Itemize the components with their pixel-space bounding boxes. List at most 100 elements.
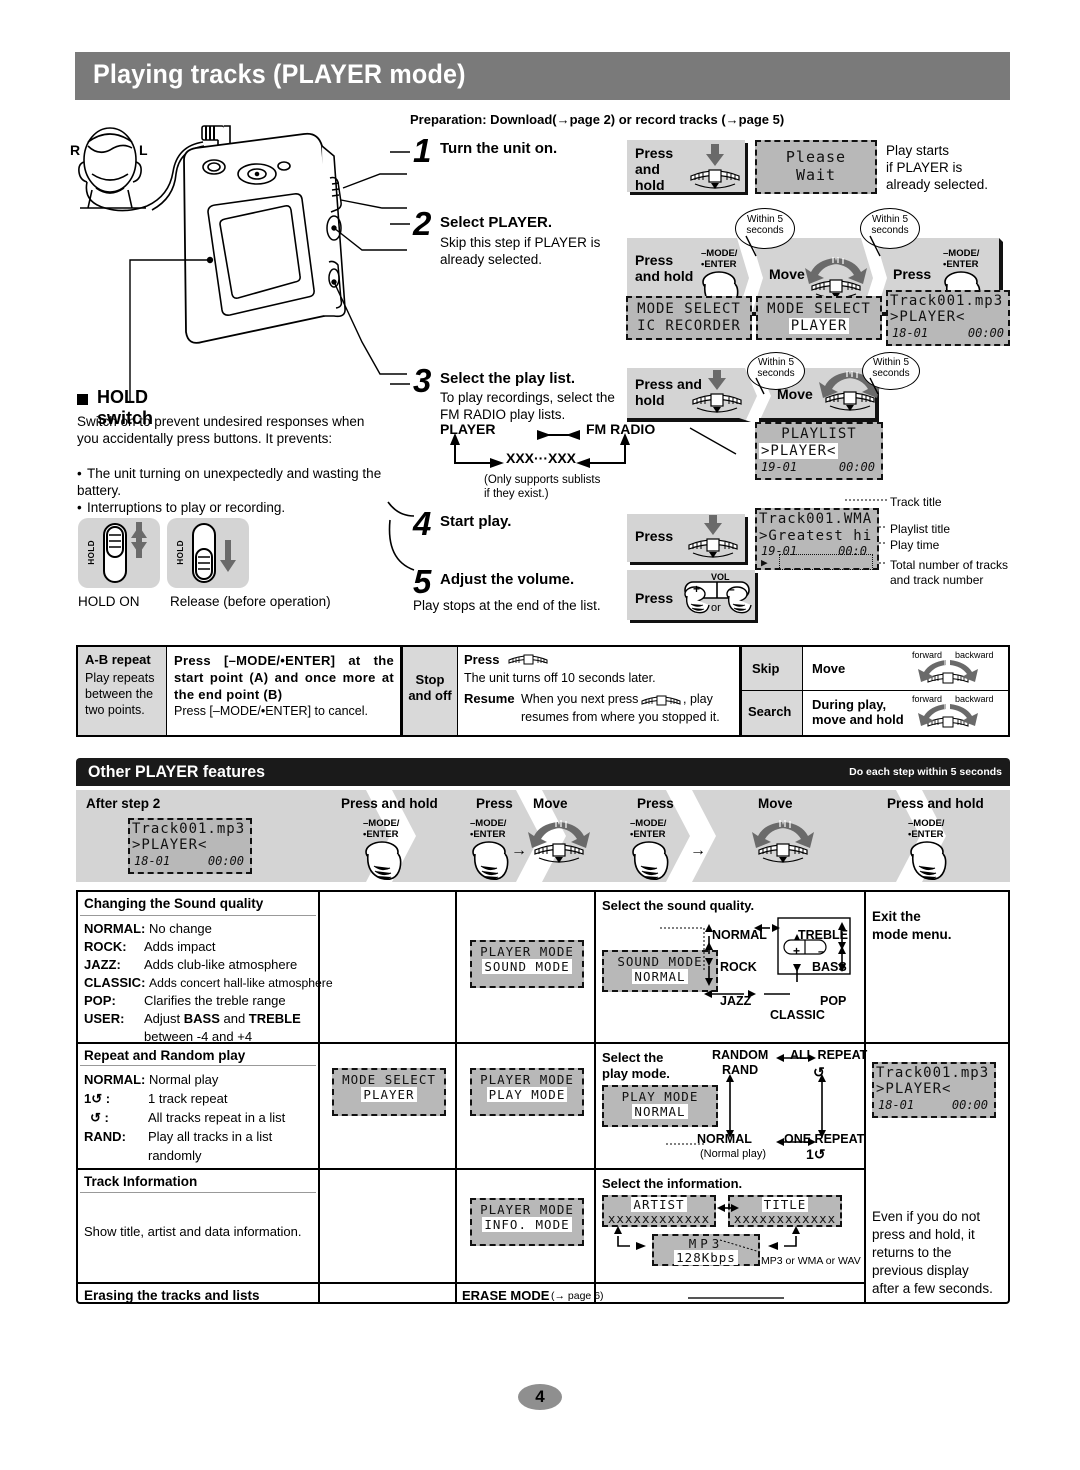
step-1-lcd: Please Wait [755,140,877,194]
step-2-lcd-3-line1: Track001.mp3 [890,293,1004,309]
step-1-op-label: Press and hold [635,145,674,193]
ab-line-1 [166,647,167,735]
search-backward-label: backward [955,694,994,704]
strip-label-3: Press [637,796,674,811]
step-1-lcd-line2: Wait [795,166,837,184]
row-1-item-1-keywrap: 1↺ : [84,1089,148,1108]
row-0-item-6-val: between -4 and +4 [144,1029,253,1044]
row-0-item-1-key: ROCK [84,939,123,954]
row-0-item-4-val: Clarifies the treble range [144,993,286,1008]
strip-btn-3-line1: –MODE/ [630,818,667,829]
row-1-item-3-sep: : [121,1129,126,1144]
row-0-item-2-val: Adds club-like atmosphere [144,957,298,972]
row-0-item-1-sep: : [122,939,127,954]
features-col-line-2 [455,892,457,1302]
step-3-balloon-2-text: Within 5 seconds [872,357,910,379]
strip-btn-3-line2: •ENTER [630,829,666,840]
step-2-op2-label: Move [769,266,805,282]
step-2-lcd-2-line2-text: PLAYER [788,318,850,334]
row-1-map-normal: NORMAL [697,1132,752,1146]
row-0-item-2-keywrap: JAZZ: [84,956,144,974]
step-1-number: 1 [413,132,432,169]
row-0-item-3-val: Adds concert hall-like atmosphere [149,976,333,990]
step-3-number: 3 [413,362,432,399]
row-0-cycle-normal: NORMAL [712,928,767,942]
row-0-col4-title: Select the sound quality. [602,898,755,913]
row-1-item-3: RAND: Play all tracks in a list [84,1127,285,1146]
jog-dial-press-icon-4 [688,515,738,558]
resume-line1b: , play [683,692,713,706]
row-0-treble-plus: + [793,944,801,958]
step-4-callout-0: Track title [890,495,942,509]
step-2-number: 2 [413,205,432,242]
hold-bullet-0-text: The unit turning on unexpectedly and was… [77,466,382,498]
step-2-op3-label: Press [893,266,932,282]
row-3-title: Erasing the tracks and lists [84,1288,260,1303]
strip-arrow-2-icon: → [511,842,527,859]
row-0-item-4-sep: : [111,993,116,1008]
step-2-balloon-2-tail [869,235,881,257]
row-2-col5-text: Even if you do not press and hold, it re… [872,1209,993,1296]
ab-repeat-action-plain: Press [–MODE/•ENTER] to cancel. [174,704,369,718]
row-1-col3-lcd-line2-text: PLAY MODE [486,1087,568,1102]
ab-line-5 [802,647,803,735]
play-indicator-icon: ▶ [761,556,768,569]
row-2-title: Track Information [84,1174,198,1189]
ab-line-2 [400,647,403,735]
step-3-flow-player: PLAYER [440,421,496,437]
search-forward-label: forward [912,694,943,704]
row-2-col3-lcd-line1: PLAYER MODE [480,1202,574,1217]
strip-label-0: After step 2 [86,796,161,811]
row-1-item-3-keywrap: RAND: [84,1127,148,1146]
strip-btn-2-line1: –MODE/ [470,818,507,829]
row-0-cycle-rock: ROCK [720,960,757,974]
step-1-op-box: Press and hold [627,140,745,193]
stop-press-label: Press [464,652,500,667]
step-2-sub: Skip this step if PLAYER is already sele… [440,235,601,267]
row-3-dash-line [688,1297,784,1299]
strip-btn-caption-4: –MODE/ •ENTER [908,818,944,840]
row-0-col5-text: Exit the mode menu. [872,909,952,942]
row-0-item-2-key: JAZZ [84,957,117,972]
strip-btn-2-line2: •ENTER [470,829,506,840]
row-0-item-4-keywrap: POP: [84,992,144,1010]
step-2-lcd-1: MODE SELECT IC RECORDER [626,296,752,340]
strip-btn-1-line1: –MODE/ [363,818,400,829]
row-0-col3-lcd-line2: SOUND MODE [472,959,582,974]
resume-bold: Resume [464,691,515,706]
step-3-balloon-1-tail [755,377,765,395]
page-title-bar: Playing tracks (PLAYER mode) [75,52,1010,100]
row-0-title: Changing the Sound quality [84,896,264,911]
row-1-item-3-key: RAND [84,1129,122,1144]
row-0-cycle-treble: TREBLE [798,928,848,942]
jog-dial-press-icon-3 [692,370,742,413]
hold-caption-off: Release (before operation) [170,594,331,609]
step-2-btn2-line1: –MODE/ [943,248,980,259]
strip-lcd-0-time: 00:00 [207,854,244,868]
step-1-heading: Turn the unit on. [440,140,558,157]
row-1-title: Repeat and Random play [84,1048,246,1063]
headset-left-label: L [139,142,148,158]
row-0-list: NORMAL: No change ROCK: Adds impact JAZZ:… [84,920,333,1046]
row-1-item-2-key: ↺ [90,1110,101,1125]
step-3-balloon-2-tail [869,377,879,395]
features-col-line-3 [594,892,596,1302]
preparation-line: Preparation: Download(→page 2) or record… [410,112,785,127]
device-illustration [62,112,407,402]
row-1-list: NORMAL: Normal play 1↺ :1 track repeat ↺… [84,1070,285,1165]
ab-line-6 [742,690,1008,691]
search-action: During play, move and hold [812,697,904,727]
step-2-btn1-line1: –MODE/ [701,248,738,259]
row-0-col3-lcd: PLAYER MODE SOUND MODE [470,940,584,988]
row-1-item-1-sep: : [105,1091,111,1106]
step-2-lcd-2-line2: PLAYER [758,318,880,334]
hold-caption-on: HOLD ON [78,594,140,609]
row-1-col2-lcd-line2-text: PLAYER [361,1087,417,1102]
step-5-vol-minus: – [728,582,735,596]
row-1-col5-lcd-time: 00:00 [951,1098,988,1112]
strip-lcd-0-line2: >PLAYER< [132,837,208,853]
step-3-lcd: PLAYLIST >PLAYER< 19-01 00:00 [755,422,883,480]
volume-rocker-icon [684,581,752,614]
headset-right-label: R [70,142,81,158]
row-1-col4-title: Select the play mode. [602,1050,670,1081]
